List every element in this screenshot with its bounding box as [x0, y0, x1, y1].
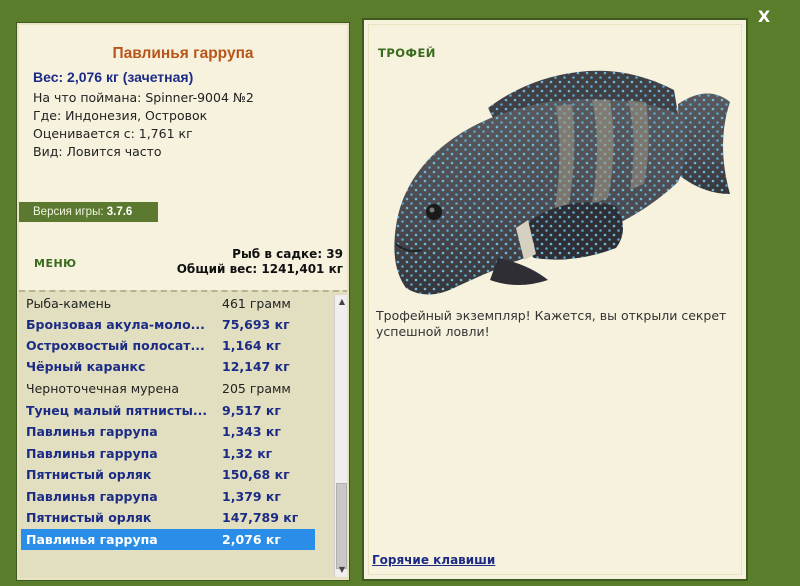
catch-list-item[interactable]: Павлинья гаррупа 2,076 кг [21, 529, 315, 550]
catch-list-scrollbar[interactable]: ▲ ▼ [334, 295, 348, 577]
valued-from: Оценивается с: 1,761 кг [33, 126, 193, 141]
catch-list-item[interactable]: Бронзовая акула-моло... 75,693 кг [21, 314, 315, 335]
catch-fish-name: Павлинья гаррупа [26, 424, 158, 439]
catch-list-item[interactable]: Пятнистый орляк 150,68 кг [21, 464, 315, 485]
catch-fish-weight: 1,343 кг [222, 424, 281, 439]
keepnet-stats: Рыб в садке: 39 Общий вес: 1241,401 кг [177, 247, 343, 277]
catch-fish-name: Чёрный каранкс [26, 359, 146, 374]
catch-fish-name: Павлинья гаррупа [26, 489, 158, 504]
catch-list-item[interactable]: Рыба-камень 461 грамм [21, 293, 315, 314]
catch-list[interactable]: ▲ ▼ Рыба-камень 461 грамм Бронзовая акула-… [19, 290, 349, 580]
scroll-up-arrow-icon[interactable]: ▲ [335, 295, 349, 309]
catch-list-item[interactable]: Павлинья гаррупа 1,32 кг [21, 443, 315, 464]
trophy-panel: ТРОФЕЙ Трофейный экземпляр! Кажется, вы … [362, 18, 748, 581]
catch-fish-name: Тунец малый пятнисты... [26, 403, 208, 418]
hotkeys-link[interactable]: Горячие клавиши [372, 553, 495, 567]
catch-fish-name: Черноточечная мурена [26, 381, 180, 396]
catch-fish-weight: 461 грамм [222, 296, 291, 311]
catch-fish-name: Павлинья гаррупа [26, 532, 158, 547]
catch-fish-weight: 150,68 кг [222, 467, 290, 482]
catch-list-item[interactable]: Острохвостый полосат... 1,164 кг [21, 335, 315, 356]
fish-weight: Вес: 2,076 кг (зачетная) [33, 69, 194, 85]
close-icon: X [757, 7, 771, 26]
catch-fish-weight: 75,693 кг [222, 317, 290, 332]
catch-fish-weight: 12,147 кг [222, 359, 290, 374]
catch-details: Павлинья гаррупа Вес: 2,076 кг (зачетная… [17, 45, 349, 161]
scroll-thumb[interactable] [336, 483, 347, 569]
catch-list-item[interactable]: Тунец малый пятнисты... 9,517 кг [21, 400, 315, 421]
catch-fish-weight: 2,076 кг [222, 532, 281, 547]
catch-fish-weight: 9,517 кг [222, 403, 281, 418]
caught-with: На что поймана: Spinner-9004 №2 [33, 90, 254, 105]
catch-list-item[interactable]: Павлинья гаррупа 1,343 кг [21, 421, 315, 442]
catch-fish-name: Рыба-камень [26, 296, 112, 311]
menu-button[interactable]: МЕНЮ [34, 257, 77, 270]
catch-fish-weight: 1,32 кг [222, 446, 273, 461]
catch-location: Где: Индонезия, Островок [33, 108, 208, 123]
catch-frequency: Вид: Ловится часто [33, 144, 162, 159]
catch-list-item[interactable]: Чёрный каранкс 12,147 кг [21, 356, 315, 377]
catch-fish-name: Пятнистый орляк [26, 467, 152, 482]
catch-list-item[interactable]: Черноточечная мурена 205 грамм [21, 378, 315, 399]
catch-fish-weight: 1,379 кг [222, 489, 281, 504]
scroll-down-arrow-icon[interactable]: ▼ [335, 563, 349, 577]
catch-fish-name: Павлинья гаррупа [26, 446, 158, 461]
trophy-description: Трофейный экземпляр! Кажется, вы открыли… [376, 308, 727, 339]
game-version-bar: Версия игры: 3.7.6 [17, 202, 158, 222]
keepnet-total-weight: Общий вес: 1241,401 кг [176, 262, 343, 276]
catch-fish-name: Пятнистый орляк [26, 510, 152, 525]
fish-name-title: Павлинья гаррупа [112, 45, 254, 62]
catch-fish-weight: 147,789 кг [222, 510, 299, 525]
catch-fish-weight: 1,164 кг [222, 338, 281, 353]
trophy-label: ТРОФЕЙ [378, 46, 436, 60]
catch-fish-weight: 205 грамм [222, 381, 291, 396]
catch-fish-name: Острохвостый полосат... [26, 338, 205, 353]
close-button[interactable]: X [752, 6, 776, 28]
peacock-grouper-image [394, 70, 730, 295]
catch-info-panel: Павлинья гаррупа Вес: 2,076 кг (зачетная… [16, 22, 350, 581]
catch-fish-name: Бронзовая акула-моло... [26, 317, 205, 332]
catch-list-item[interactable]: Пятнистый орляк 147,789 кг [21, 507, 315, 528]
version-number: 3.7.6 [106, 206, 133, 218]
version-label: Версия игры: [33, 206, 104, 218]
keepnet-count: Рыб в садке: 39 [232, 247, 343, 261]
catch-list-item[interactable]: Павлинья гаррупа 1,379 кг [21, 486, 315, 507]
